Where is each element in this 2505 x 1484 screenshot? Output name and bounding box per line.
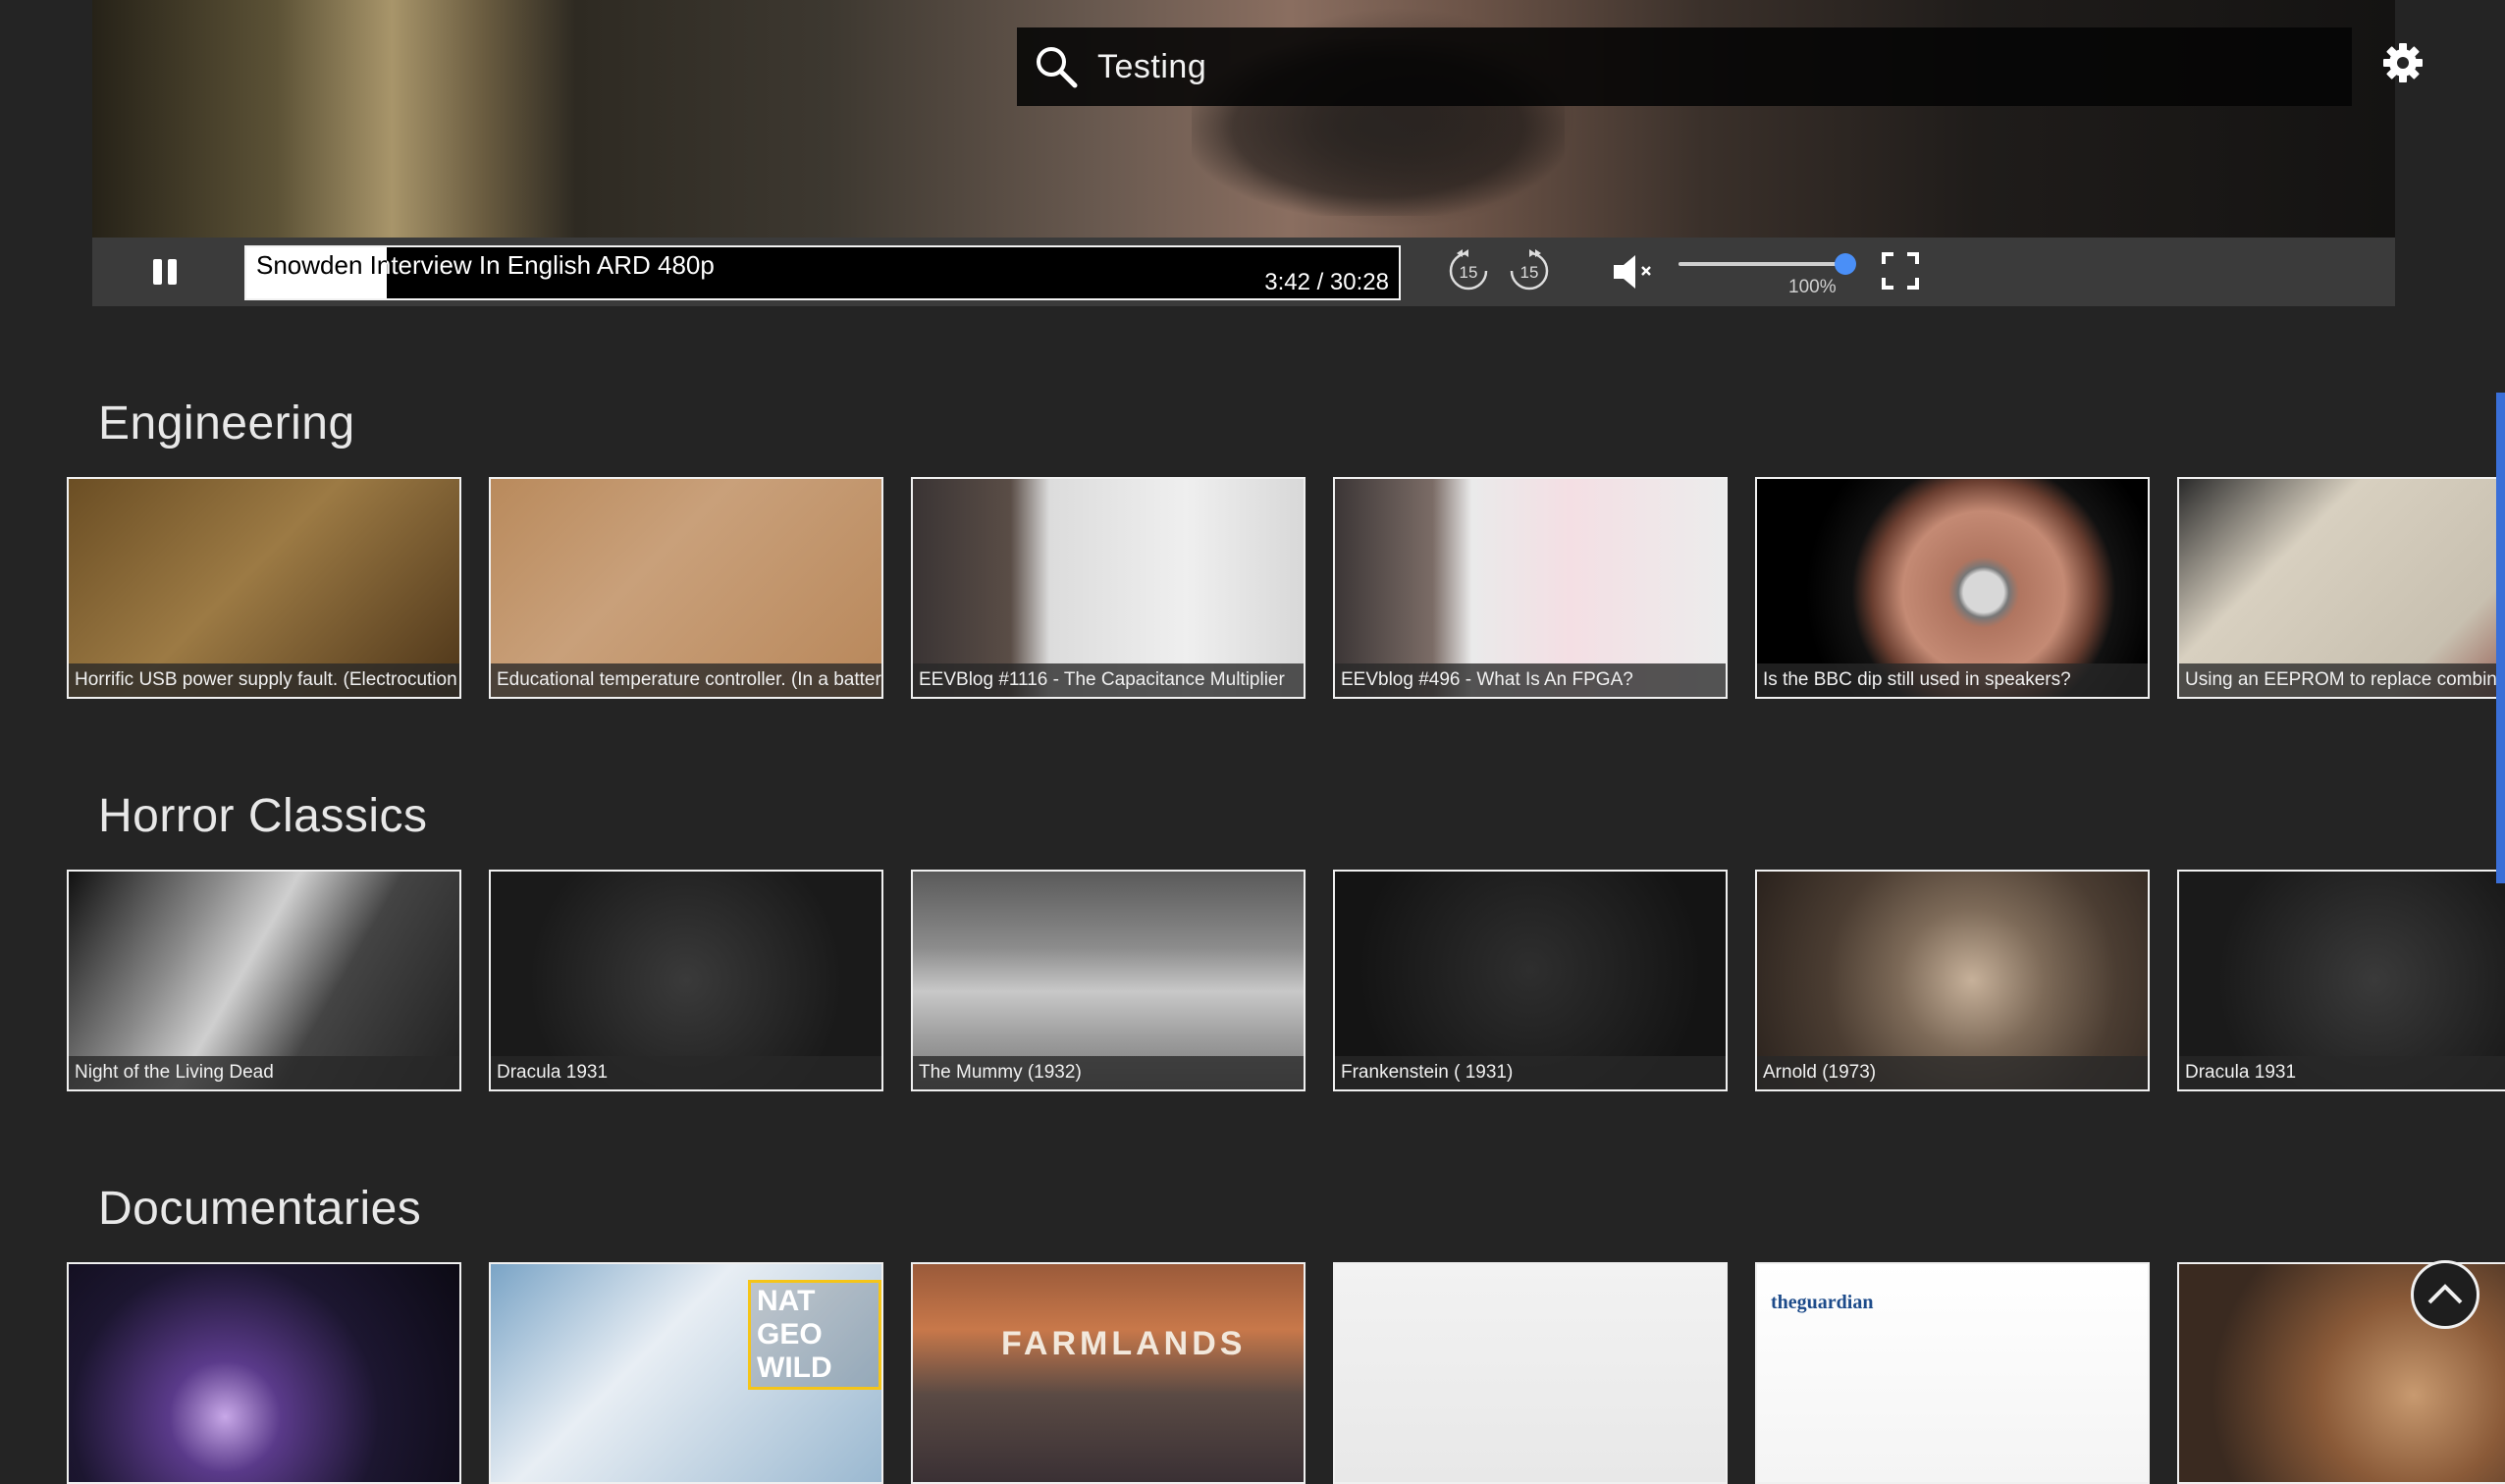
- card-row-documentaries: NAT GEO WILD FARMLANDS theguardian: [67, 1262, 2505, 1484]
- volume-knob[interactable]: [1835, 253, 1856, 275]
- video-title: Snowden Interview In English ARD 480p: [256, 250, 715, 280]
- volume-percent: 100%: [1788, 277, 1837, 297]
- thumbnail-logo-text: theguardian: [1771, 1292, 1874, 1313]
- thumbnail-logo-text: FARMLANDS: [1001, 1325, 1247, 1362]
- progress-bar[interactable]: Snowden Interview In English ARD 480p 3:…: [244, 245, 1401, 300]
- row-title-documentaries: Documentaries: [98, 1183, 422, 1235]
- forward-15-icon[interactable]: 15: [1506, 247, 1553, 294]
- row-title-engineering: Engineering: [98, 398, 355, 450]
- video-thumbnail: [1335, 1264, 1726, 1482]
- video-card[interactable]: Dracula 1931: [489, 870, 883, 1091]
- video-card[interactable]: NAT GEO WILD: [489, 1262, 883, 1484]
- video-card[interactable]: theguardian: [1755, 1262, 2150, 1484]
- video-card-title: The Mummy (1932): [913, 1056, 1304, 1089]
- video-card-title: Dracula 1931: [2179, 1056, 2505, 1089]
- pause-button[interactable]: [147, 253, 183, 291]
- video-card[interactable]: Using an EEPROM to replace combinational…: [2177, 477, 2505, 699]
- card-row-engineering: Horrific USB power supply fault. (Electr…: [67, 477, 2505, 699]
- chevron-up-icon: [2427, 1284, 2463, 1304]
- thumbnail-logo-text: NAT GEO WILD: [748, 1280, 881, 1390]
- video-card-title: Dracula 1931: [491, 1056, 881, 1089]
- video-card[interactable]: [1333, 1262, 1728, 1484]
- video-card-title: Is the BBC dip still used in speakers?: [1757, 663, 2148, 697]
- video-thumbnail: [69, 1264, 459, 1482]
- search-input[interactable]: [1095, 36, 2297, 97]
- search-bar: [1017, 27, 2352, 106]
- video-card[interactable]: Arnold (1973): [1755, 870, 2150, 1091]
- video-card[interactable]: Frankenstein ( 1931): [1333, 870, 1728, 1091]
- video-card-title: EEVBlog #1116 - The Capacitance Multipli…: [913, 663, 1304, 697]
- volume-muted-icon[interactable]: [1610, 251, 1657, 292]
- video-card[interactable]: FARMLANDS: [911, 1262, 1306, 1484]
- video-card[interactable]: [67, 1262, 461, 1484]
- gear-icon[interactable]: [2381, 41, 2425, 84]
- video-card[interactable]: EEVblog #496 - What Is An FPGA?: [1333, 477, 1728, 699]
- time-display: 3:42 / 30:28: [1264, 269, 1389, 295]
- video-card-title: Night of the Living Dead: [69, 1056, 459, 1089]
- video-card-title: EEVblog #496 - What Is An FPGA?: [1335, 663, 1726, 697]
- video-card[interactable]: Horrific USB power supply fault. (Electr…: [67, 477, 461, 699]
- rewind-15-icon[interactable]: 15: [1445, 247, 1492, 294]
- card-row-horror-classics: Night of the Living Dead Dracula 1931 The …: [67, 870, 2505, 1091]
- video-card[interactable]: The Mummy (1932): [911, 870, 1306, 1091]
- search-icon: [1037, 47, 1078, 88]
- video-thumbnail: [913, 1264, 1304, 1482]
- pause-icon: [153, 259, 162, 285]
- video-card[interactable]: EEVBlog #1116 - The Capacitance Multipli…: [911, 477, 1306, 699]
- page-scrollbar[interactable]: [2496, 393, 2505, 883]
- video-card[interactable]: Educational temperature controller. (In …: [489, 477, 883, 699]
- video-card-title: Educational temperature controller. (In …: [491, 663, 881, 697]
- video-card-title: Using an EEPROM to replace combinational…: [2179, 663, 2505, 697]
- video-card[interactable]: Night of the Living Dead: [67, 870, 461, 1091]
- video-card-title: Arnold (1973): [1757, 1056, 2148, 1089]
- scroll-to-top-button[interactable]: [2411, 1260, 2479, 1329]
- svg-text:15: 15: [1520, 263, 1539, 282]
- player-controls: Snowden Interview In English ARD 480p 3:…: [92, 238, 2395, 306]
- row-title-horror-classics: Horror Classics: [98, 790, 428, 842]
- video-card[interactable]: Is the BBC dip still used in speakers?: [1755, 477, 2150, 699]
- video-card-title: Frankenstein ( 1931): [1335, 1056, 1726, 1089]
- video-card[interactable]: Dracula 1931: [2177, 870, 2505, 1091]
- volume-slider[interactable]: [1679, 253, 1856, 275]
- video-card-title: Horrific USB power supply fault. (Electr…: [69, 663, 459, 697]
- svg-text:15: 15: [1460, 263, 1478, 282]
- fullscreen-icon[interactable]: [1881, 251, 1920, 291]
